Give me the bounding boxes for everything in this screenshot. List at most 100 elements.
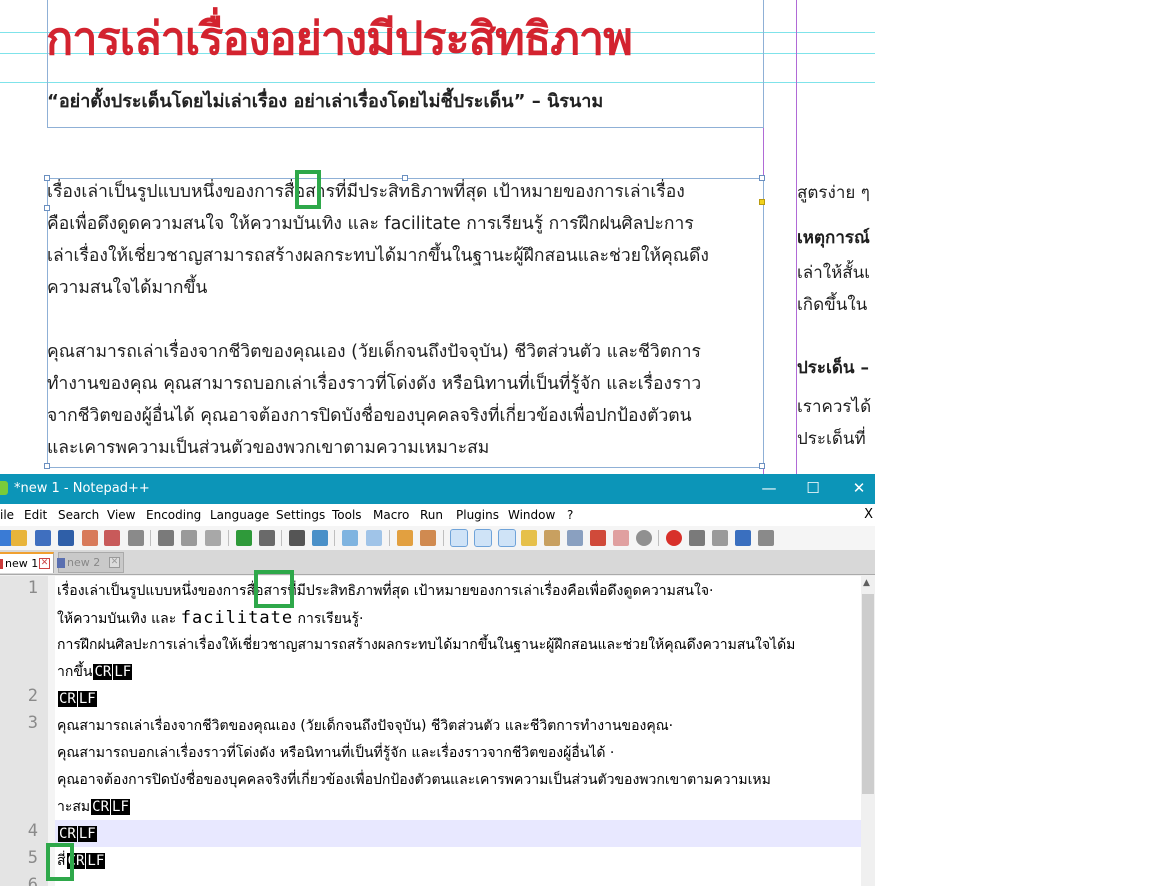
- paste-icon[interactable]: [205, 530, 221, 546]
- code-line: คุณอาจต้องการปิดบังชื่อของบุคคลจริงที่เก…: [57, 772, 771, 788]
- side-column-heading: ประเด็น –: [797, 358, 869, 378]
- code-text: าะสม: [57, 799, 91, 815]
- tab-bar: new 1 ✕ new 2 ✕: [0, 550, 875, 575]
- line-number: 3: [27, 713, 38, 733]
- text-editor[interactable]: 1 2 3 4 5 6 เรื่องเล่าเป็นรูปแบบหนึ่งของ…: [0, 570, 875, 886]
- tab-new-1[interactable]: new 1 ✕: [0, 552, 54, 573]
- menu-run[interactable]: Run: [420, 508, 443, 522]
- line-number: 1: [27, 578, 38, 598]
- tab-label: new 2: [67, 556, 101, 569]
- menu-settings[interactable]: Settings: [276, 508, 325, 522]
- sync-vertical-icon[interactable]: [397, 530, 413, 546]
- show-all-characters-icon[interactable]: [474, 529, 492, 547]
- scroll-up-icon[interactable]: ▲: [863, 578, 870, 588]
- menu-bar: ile Edit Search View Encoding Language S…: [0, 504, 875, 526]
- code-line: าะสม CR LF: [57, 794, 130, 821]
- save-icon[interactable]: [35, 530, 51, 546]
- stop-macro-icon[interactable]: [689, 530, 705, 546]
- eol-lf-marker: LF: [113, 664, 133, 680]
- menu-help[interactable]: ?: [567, 508, 573, 522]
- highlight-box: [295, 170, 321, 209]
- zoom-in-icon[interactable]: [342, 530, 358, 546]
- redo-icon[interactable]: [259, 530, 275, 546]
- close-button[interactable]: ✕: [836, 474, 875, 504]
- side-column-line: เราควรได้: [797, 397, 872, 417]
- notepad-window: *new 1 - Notepad++ — ☐ ✕ ile Edit Search…: [0, 474, 875, 886]
- user-defined-language-icon[interactable]: [521, 530, 537, 546]
- menu-window[interactable]: Window: [508, 508, 555, 522]
- frame-handle[interactable]: [759, 175, 765, 181]
- menu-file[interactable]: ile: [0, 508, 14, 522]
- toolbar-separator: [443, 530, 444, 546]
- code-text: ากขึ้น: [57, 664, 93, 680]
- menu-search[interactable]: Search: [58, 508, 99, 522]
- frame-handle[interactable]: [759, 463, 765, 469]
- eol-lf-marker: LF: [77, 691, 97, 707]
- close-file-icon[interactable]: [82, 530, 98, 546]
- save-all-icon[interactable]: [58, 530, 74, 546]
- find-icon[interactable]: [289, 530, 305, 546]
- replace-icon[interactable]: [312, 530, 328, 546]
- tab-new-2[interactable]: new 2 ✕: [57, 552, 124, 573]
- body-line: และเคารพความเป็นส่วนตัวของพวกเขาตามความเ…: [47, 438, 490, 458]
- side-column-line: ประเด็นที่: [797, 429, 866, 449]
- record-macro-icon[interactable]: [666, 530, 682, 546]
- vertical-scrollbar[interactable]: ▲: [861, 576, 875, 886]
- line-number: 2: [27, 686, 38, 706]
- folder-as-workspace-icon[interactable]: [590, 530, 606, 546]
- eol-cr-marker: CR: [58, 826, 77, 842]
- eol-cr-marker: CR: [91, 799, 111, 815]
- toolbar-separator: [150, 530, 151, 546]
- play-macro-icon[interactable]: [712, 530, 728, 546]
- code-line: คุณสามารถบอกเล่าเรื่องราวที่โด่งดัง หรือ…: [57, 745, 615, 761]
- code-line: การฝึกฝนศิลปะการเล่าเรื่องให้เชี่ยวชาญสา…: [57, 637, 796, 653]
- highlight-box: [254, 570, 294, 608]
- zoom-out-icon[interactable]: [366, 530, 382, 546]
- copy-icon[interactable]: [181, 530, 197, 546]
- print-icon[interactable]: [128, 530, 144, 546]
- close-document-x[interactable]: X: [864, 507, 873, 522]
- close-all-icon[interactable]: [104, 530, 120, 546]
- body-line: ทำงานของคุณ คุณสามารถบอกเล่าเรื่องราวที่…: [47, 374, 702, 394]
- title-bar[interactable]: *new 1 - Notepad++ — ☐ ✕: [0, 474, 875, 504]
- maximize-button[interactable]: ☐: [790, 474, 836, 504]
- run-macro-multiple-icon[interactable]: [735, 530, 751, 546]
- eol-lf-marker: LF: [86, 853, 106, 869]
- menu-tools[interactable]: Tools: [332, 508, 362, 522]
- menu-plugins[interactable]: Plugins: [456, 508, 499, 522]
- indent-guide-icon[interactable]: [498, 529, 516, 547]
- menu-language[interactable]: Language: [210, 508, 269, 522]
- function-list-icon[interactable]: [567, 530, 583, 546]
- fold-margin: [48, 576, 55, 886]
- scrollbar-thumb[interactable]: [862, 594, 874, 794]
- menu-encoding[interactable]: Encoding: [146, 508, 201, 522]
- cut-icon[interactable]: [158, 530, 174, 546]
- out-port-handle[interactable]: [759, 199, 765, 205]
- word-wrap-icon[interactable]: [450, 529, 468, 547]
- file-modified-icon: [0, 559, 3, 569]
- tab-label: new 1: [5, 557, 39, 570]
- side-column-line: เกิดขึ้นใน: [797, 295, 868, 315]
- open-file-icon[interactable]: [11, 530, 27, 546]
- comment-icon[interactable]: [636, 530, 652, 546]
- save-macro-icon[interactable]: [758, 530, 774, 546]
- sync-horizontal-icon[interactable]: [420, 530, 436, 546]
- toolbar-separator: [658, 530, 659, 546]
- undo-icon[interactable]: [236, 530, 252, 546]
- tab-close-icon[interactable]: ✕: [109, 557, 120, 568]
- minimize-button[interactable]: —: [746, 474, 792, 504]
- menu-macro[interactable]: Macro: [373, 508, 409, 522]
- code-line: CR LF: [57, 686, 97, 713]
- code-line: เรื่องเล่าเป็นรูปแบบหนึ่งของการสื่อสารที…: [57, 583, 714, 599]
- monitoring-icon[interactable]: [613, 530, 629, 546]
- document-title: การเล่าเรื่องอย่างมีประสิทธิภาพ: [46, 12, 633, 65]
- line-number: 4: [27, 821, 38, 841]
- body-line: เรื่องเล่าเป็นรูปแบบหนึ่งของการสื่อสารที…: [47, 182, 685, 202]
- tab-close-icon[interactable]: ✕: [39, 558, 50, 569]
- line-number: 6: [27, 875, 38, 886]
- side-column-heading: เหตุการณ์: [797, 228, 870, 248]
- document-map-icon[interactable]: [544, 530, 560, 546]
- menu-edit[interactable]: Edit: [24, 508, 47, 522]
- eol-lf-marker: LF: [77, 826, 97, 842]
- menu-view[interactable]: View: [107, 508, 135, 522]
